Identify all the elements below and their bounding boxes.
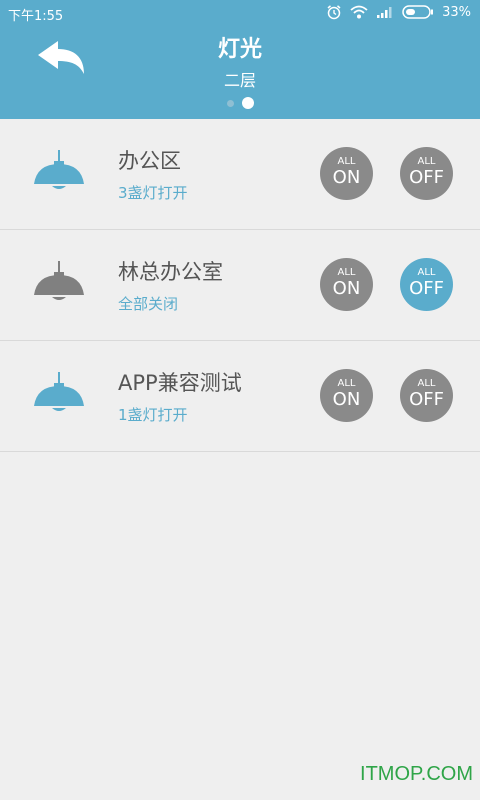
all-off-small-label: ALL	[417, 378, 436, 389]
all-on-button[interactable]: ALL ON	[320, 147, 373, 200]
wifi-icon	[350, 5, 368, 19]
list-item[interactable]: 林总办公室 全部关闭 ALL ON ALL OFF	[0, 230, 480, 341]
all-on-small-label: ALL	[337, 378, 356, 389]
all-off-big-label: OFF	[409, 389, 444, 410]
room-list: 办公区 3盏灯打开 ALL ON ALL OFF 林总办公室 全部关闭 ALL …	[0, 119, 480, 452]
all-off-big-label: OFF	[409, 167, 444, 188]
list-item[interactable]: APP兼容测试 1盏灯打开 ALL ON ALL OFF	[0, 341, 480, 452]
page-dot-inactive[interactable]	[226, 99, 234, 107]
room-name: APP兼容测试	[118, 371, 242, 395]
room-status: 全部关闭	[118, 295, 179, 313]
status-time: 下午1:55	[8, 9, 64, 24]
lamp-icon	[34, 372, 84, 411]
all-on-button[interactable]: ALL ON	[320, 258, 373, 311]
header: 灯光 二层	[0, 26, 480, 119]
room-name: 林总办公室	[118, 260, 223, 284]
page-dot-active[interactable]	[241, 97, 254, 109]
all-off-button[interactable]: ALL OFF	[400, 258, 453, 311]
all-on-button[interactable]: ALL ON	[320, 369, 373, 422]
all-on-big-label: ON	[332, 389, 361, 410]
all-off-small-label: ALL	[417, 267, 436, 278]
status-icons: 33%	[326, 4, 471, 20]
all-off-big-label: OFF	[409, 278, 444, 299]
watermark-text: ITMOP.COM	[360, 763, 473, 785]
battery-icon	[402, 5, 434, 19]
all-on-big-label: ON	[332, 167, 361, 188]
page-title: 灯光	[217, 37, 262, 62]
all-on-small-label: ALL	[337, 156, 356, 167]
all-off-button[interactable]: ALL OFF	[400, 369, 453, 422]
all-off-button[interactable]: ALL OFF	[400, 147, 453, 200]
all-on-small-label: ALL	[337, 267, 356, 278]
room-status: 1盏灯打开	[118, 406, 188, 424]
all-off-small-label: ALL	[417, 156, 436, 167]
room-name: 办公区	[118, 149, 181, 173]
status-bar: 下午1:55 33%	[0, 0, 480, 26]
signal-icon	[377, 7, 392, 18]
page-subtitle: 二层	[223, 71, 256, 90]
list-item[interactable]: 办公区 3盏灯打开 ALL ON ALL OFF	[0, 119, 480, 230]
all-on-big-label: ON	[332, 278, 361, 299]
page-indicator	[0, 97, 480, 109]
room-status: 3盏灯打开	[118, 184, 188, 202]
lamp-icon	[34, 261, 84, 300]
battery-percent: 33%	[442, 4, 471, 20]
alarm-icon	[327, 5, 341, 20]
lamp-icon	[34, 150, 84, 189]
